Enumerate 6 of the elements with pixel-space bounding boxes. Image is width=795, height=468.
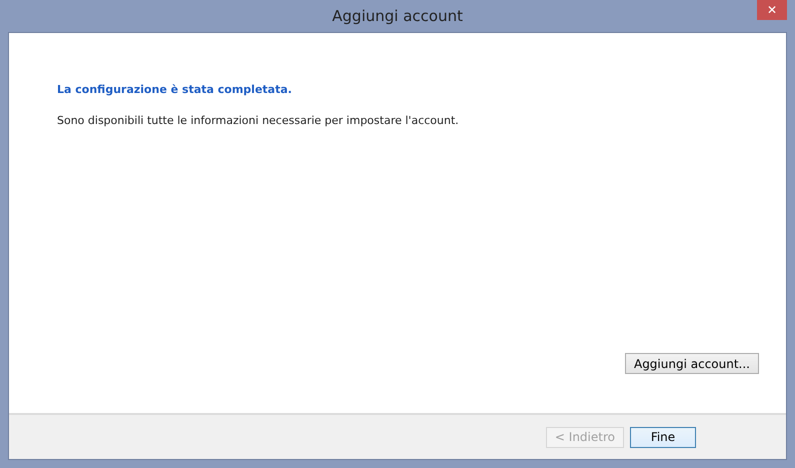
finish-button[interactable]: Fine [630,426,696,448]
window-title: Aggiungi account [332,7,463,25]
close-button[interactable]: ✕ [757,0,787,20]
add-account-button[interactable]: Aggiungi account... [624,353,759,374]
info-message: Sono disponibili tutte le informazioni necessarie per impostare l'account. [57,114,460,127]
completion-heading: La configurazione è stata completata. [57,83,293,96]
